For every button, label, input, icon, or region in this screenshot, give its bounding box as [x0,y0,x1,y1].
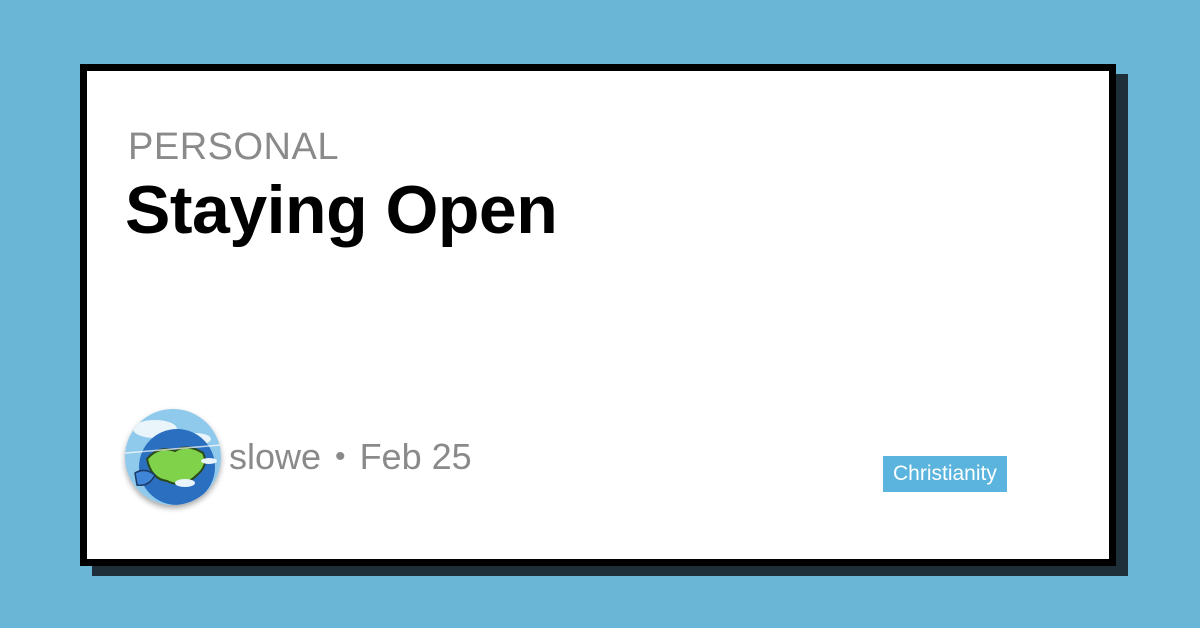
author-name[interactable]: slowe [229,436,321,478]
post-title[interactable]: Staying Open [125,171,558,249]
byline: slowe • Feb 25 [229,436,472,478]
tag-badge[interactable]: Christianity [883,456,1007,492]
post-date: Feb 25 [359,436,472,477]
avatar-globe-icon [125,409,221,505]
byline-separator: • [335,440,346,473]
post-card[interactable]: PERSONAL Staying Open slowe • Feb 25 Chr… [80,64,1116,566]
post-category: PERSONAL [128,126,339,168]
post-meta: slowe • Feb 25 [125,407,472,507]
avatar[interactable] [125,409,221,505]
